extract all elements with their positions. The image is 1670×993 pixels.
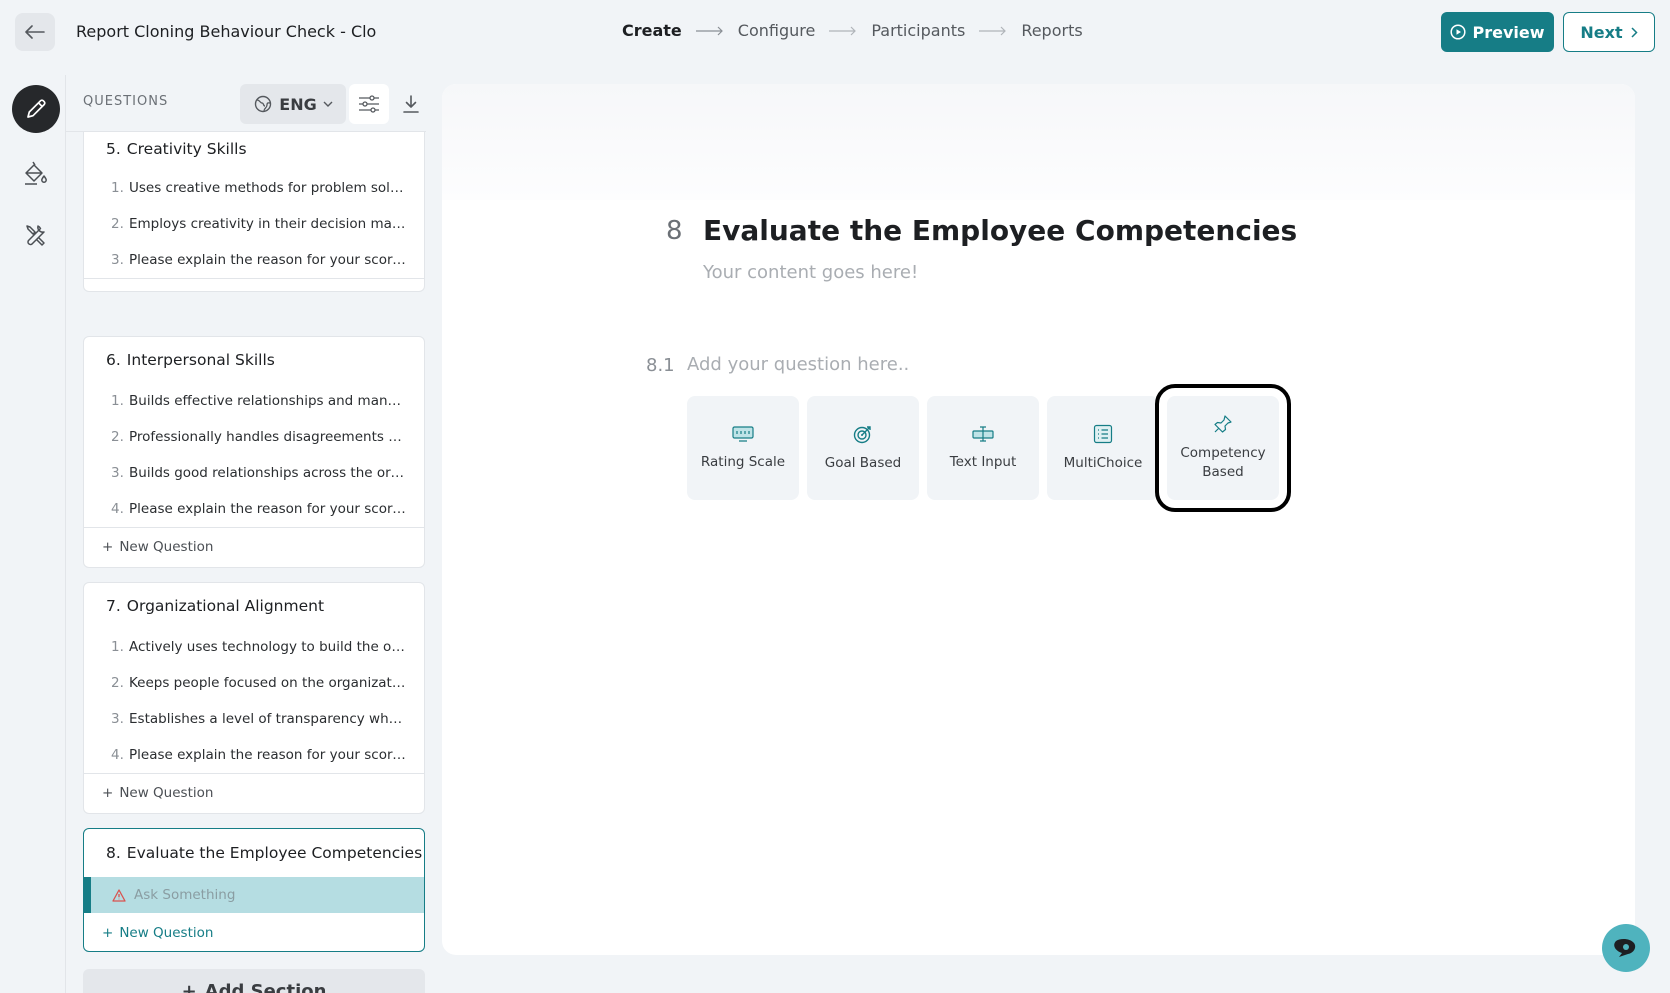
question-type-picker: Rating Scale Goal Based Text Input Multi…	[687, 384, 1291, 512]
rail-tools-button[interactable]	[12, 211, 60, 259]
type-text-input-button[interactable]: Text Input	[927, 396, 1039, 500]
section-number: 8	[666, 216, 683, 246]
canvas-header-area	[442, 84, 1635, 200]
play-circle-icon	[1450, 24, 1467, 40]
section-description[interactable]: Your content goes here!	[703, 262, 918, 283]
question-row[interactable]: 4. Please explain the reason for your sco…	[84, 491, 424, 527]
arrow-left-icon	[25, 25, 45, 39]
question-row[interactable]: 3. Please explain the reason for your sco…	[84, 242, 424, 278]
text-input-icon	[972, 425, 994, 442]
type-multichoice-button[interactable]: MultiChoice	[1047, 396, 1159, 500]
step-create[interactable]: Create	[622, 21, 682, 40]
chevron-down-icon	[323, 101, 333, 107]
section-card-7[interactable]: 7. Organizational Alignment 1. Actively u…	[83, 582, 425, 814]
section-card-5[interactable]: 5. Creativity Skills 1. Uses creative met…	[83, 132, 425, 292]
question-row[interactable]: 4. Please explain the reason for your sco…	[84, 737, 424, 773]
tool-rail	[0, 75, 66, 993]
questions-label: QUESTIONS	[83, 94, 169, 109]
question-row[interactable]: 2. Professionally handles disagreements b…	[84, 419, 424, 455]
paint-bucket-icon	[25, 161, 47, 185]
stepper: Create Configure Participants Reports	[622, 21, 1083, 40]
section-heading[interactable]: Evaluate the Employee Competencies	[703, 214, 1297, 247]
section-title[interactable]: 5. Creativity Skills	[84, 132, 424, 170]
editor-canvas: 8 Evaluate the Employee Competencies You…	[442, 84, 1635, 955]
download-button[interactable]	[392, 84, 430, 124]
pencil-icon	[27, 99, 46, 118]
arrow-right-icon	[695, 26, 723, 35]
section-title[interactable]: 7. Organizational Alignment	[84, 583, 424, 629]
questions-list[interactable]: 5. Creativity Skills 1. Uses creative met…	[66, 132, 426, 993]
survey-title: Report Cloning Behaviour Check - Clo	[76, 22, 377, 41]
step-configure[interactable]: Configure	[738, 21, 816, 40]
filter-button[interactable]	[349, 84, 389, 124]
plus-icon: +	[102, 785, 114, 801]
plus-icon: +	[102, 539, 114, 555]
question-row[interactable]: 1. Builds effective relationships and man…	[84, 383, 424, 419]
arrow-right-icon	[979, 26, 1007, 35]
question-number: 8.1	[646, 355, 675, 376]
question-row[interactable]: 1. Actively uses technology to build the …	[84, 629, 424, 665]
question-row[interactable]: 3. Builds good relationships across the o…	[84, 455, 424, 491]
plus-icon: +	[102, 290, 113, 291]
section-card-6[interactable]: 6. Interpersonal Skills 1. Builds effecti…	[83, 336, 425, 568]
download-icon	[403, 95, 419, 113]
preview-button[interactable]: Preview	[1441, 12, 1554, 52]
new-question-button[interactable]: +New Question	[84, 773, 424, 812]
section-card-8[interactable]: 8. Evaluate the Employee Competencies As…	[83, 828, 425, 952]
top-bar: Report Cloning Behaviour Check - Clo Cre…	[0, 0, 1670, 64]
rating-scale-icon	[732, 425, 754, 442]
arrow-right-icon	[829, 26, 857, 35]
chat-icon	[1614, 938, 1636, 957]
chevron-right-icon	[1631, 26, 1638, 38]
globe-icon	[255, 95, 272, 113]
new-question-button[interactable]: +New Question	[84, 278, 424, 291]
step-participants[interactable]: Participants	[871, 21, 965, 40]
new-question-button[interactable]: +New Question	[84, 527, 424, 566]
section-title[interactable]: 8. Evaluate the Employee Competencies	[84, 829, 424, 877]
back-button[interactable]	[15, 13, 55, 51]
language-dropdown[interactable]: ENG	[240, 84, 346, 124]
type-competency-based-button[interactable]: Competency Based	[1155, 384, 1291, 512]
list-icon	[1093, 424, 1113, 443]
question-row[interactable]: 2. Keeps people focused on the organizati…	[84, 665, 424, 701]
tools-icon	[26, 225, 45, 246]
plus-icon: +	[181, 980, 197, 993]
language-label: ENG	[279, 94, 317, 114]
type-rating-scale-button[interactable]: Rating Scale	[687, 396, 799, 500]
questions-panel-header: QUESTIONS ENG	[66, 75, 426, 132]
help-chat-button[interactable]	[1602, 924, 1650, 972]
type-goal-based-button[interactable]: Goal Based	[807, 396, 919, 500]
question-row-active[interactable]: Ask Something	[84, 877, 424, 913]
plus-icon: +	[102, 924, 114, 941]
section-title[interactable]: 6. Interpersonal Skills	[84, 337, 424, 383]
new-question-button[interactable]: +New Question	[84, 913, 424, 951]
target-icon	[853, 425, 871, 443]
question-row[interactable]: 1. Uses creative methods for problem solv…	[84, 170, 424, 206]
question-row[interactable]: 2. Employs creativity in their decision m…	[84, 206, 424, 242]
sliders-icon	[359, 95, 379, 113]
question-input[interactable]	[687, 354, 1287, 375]
next-button[interactable]: Next	[1563, 12, 1655, 52]
question-row[interactable]: 3. Establishes a level of transparency wh…	[84, 701, 424, 737]
drag-handle[interactable]	[84, 877, 91, 913]
step-reports[interactable]: Reports	[1021, 21, 1082, 40]
rail-edit-button[interactable]	[12, 85, 60, 133]
next-label: Next	[1580, 22, 1623, 42]
pin-icon	[1214, 415, 1232, 433]
preview-label: Preview	[1472, 22, 1545, 42]
warning-icon	[112, 888, 126, 902]
add-section-button[interactable]: + Add Section	[83, 969, 425, 993]
rail-theme-button[interactable]	[12, 149, 60, 197]
